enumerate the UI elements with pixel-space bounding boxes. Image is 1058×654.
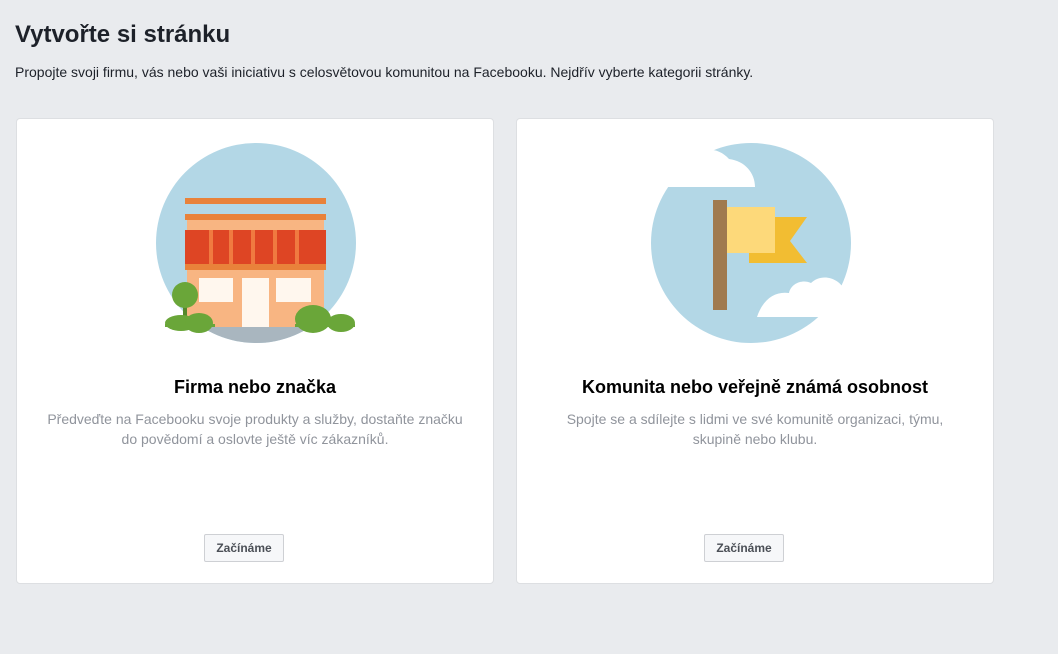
business-card-description: Předveďte na Facebooku svoje produkty a … bbox=[47, 411, 463, 447]
community-card-title: Komunita nebo veřejně známá osobnost bbox=[581, 377, 929, 397]
business-start-button[interactable]: Začínáme bbox=[204, 534, 284, 562]
storefront-illustration-icon bbox=[156, 143, 356, 343]
community-card-description: Spojte se a sdílejte s lidmi ve své komu… bbox=[566, 411, 944, 447]
community-category-card[interactable]: Komunita nebo veřejně známá osobnost Spo… bbox=[516, 118, 994, 584]
flag-illustration-icon bbox=[645, 143, 865, 343]
page-subtitle: Propojte svoji firmu, vás nebo vaši inic… bbox=[15, 64, 754, 80]
business-card-title: Firma nebo značka bbox=[173, 377, 337, 397]
business-category-card[interactable]: Firma nebo značka Předveďte na Facebooku… bbox=[16, 118, 494, 584]
page-title: Vytvořte si stránku bbox=[15, 21, 231, 48]
community-start-button[interactable]: Začínáme bbox=[704, 534, 784, 562]
